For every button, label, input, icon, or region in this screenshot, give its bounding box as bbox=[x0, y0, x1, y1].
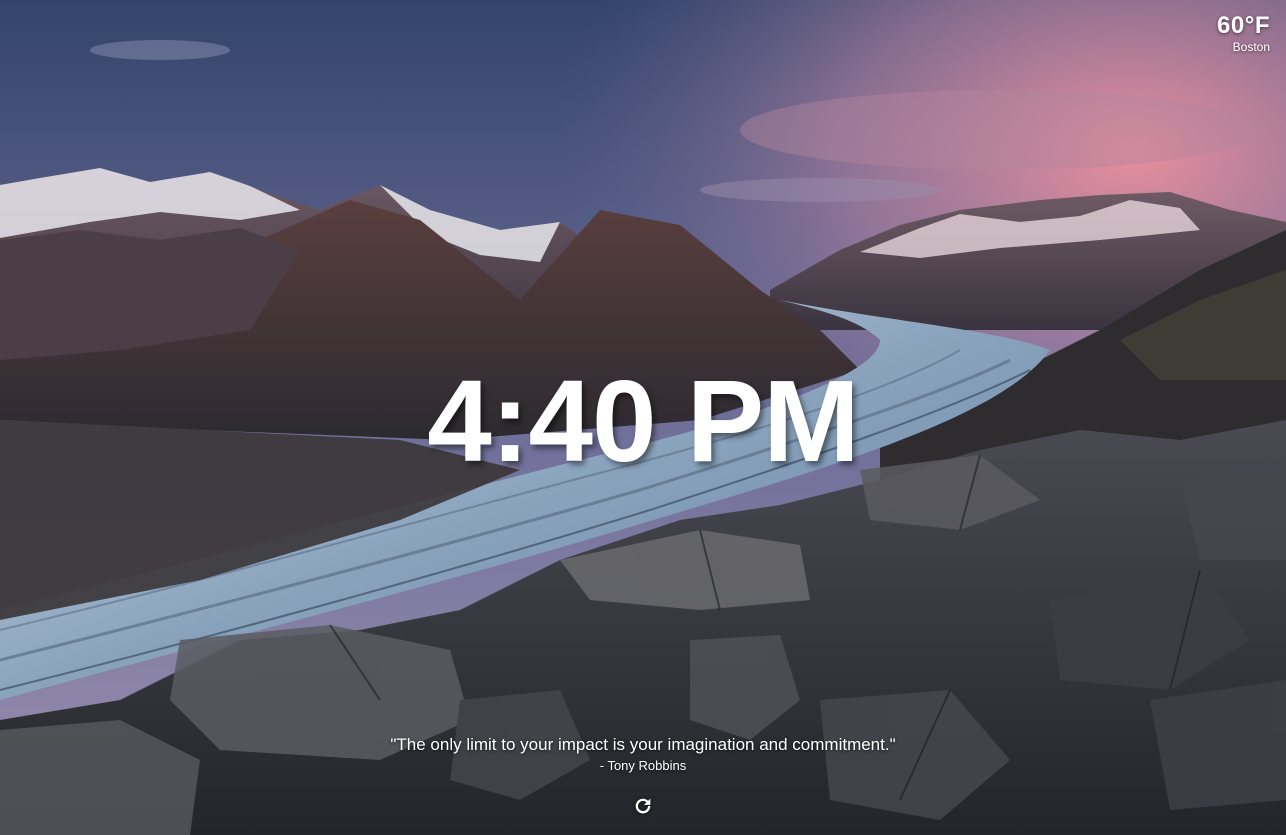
temperature-value: 60°F bbox=[1217, 12, 1270, 39]
weather-location: Boston bbox=[1232, 40, 1270, 54]
refresh-icon bbox=[635, 798, 651, 814]
new-tab-screen: 60°F Boston 4:40 PM "The only limit to y… bbox=[0, 0, 1286, 835]
quote-author: - Tony Robbins bbox=[599, 758, 687, 773]
quote-text: "The only limit to your impact is your i… bbox=[390, 735, 896, 754]
refresh-quote-button[interactable] bbox=[632, 795, 654, 817]
weather-widget[interactable]: 60°F Boston bbox=[1217, 12, 1270, 54]
clock-time: 4:40 PM bbox=[427, 356, 859, 486]
quote-block: "The only limit to your impact is your i… bbox=[0, 734, 1286, 776]
